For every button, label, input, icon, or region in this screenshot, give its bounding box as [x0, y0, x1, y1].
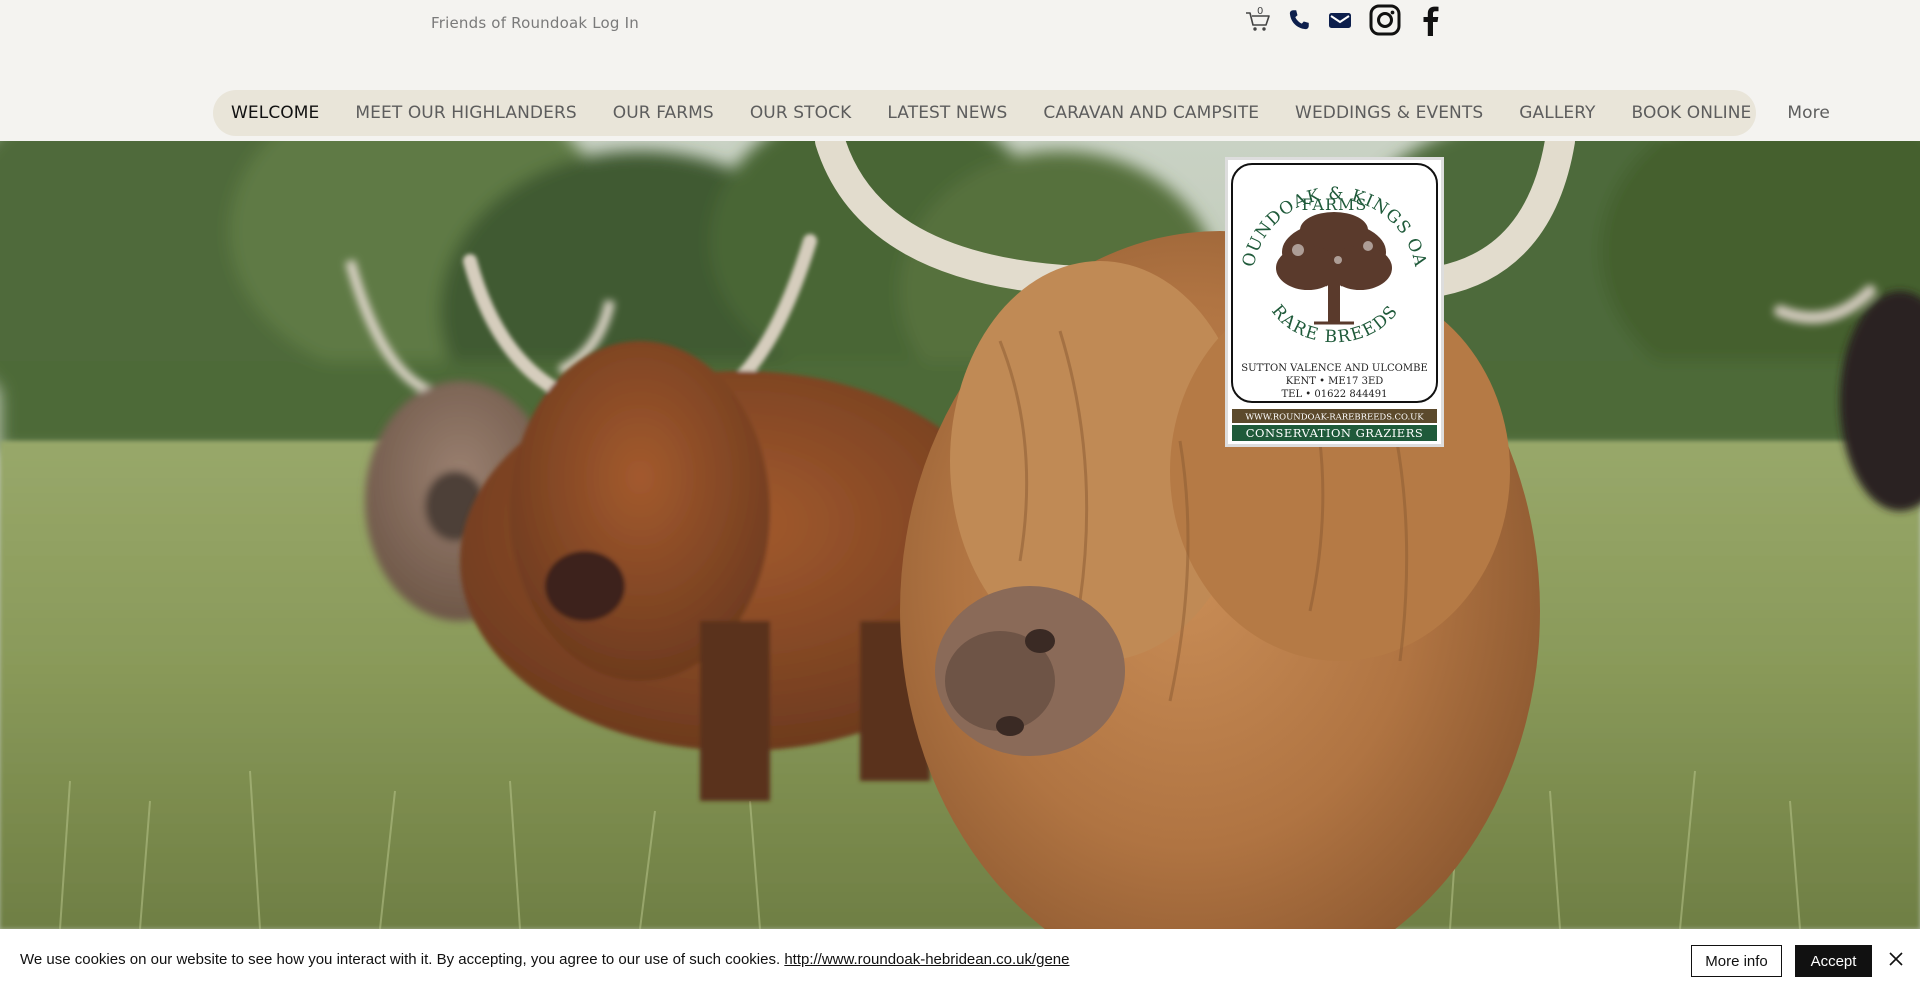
site-header: Friends of Roundoak Log In 0 WELCOME MEE… [0, 0, 1920, 141]
accept-button[interactable]: Accept [1795, 945, 1872, 977]
close-icon[interactable] [1887, 950, 1905, 968]
logo-website: WWW.ROUNDOAK-RAREBREEDS.CO.UK [1245, 413, 1424, 423]
logo-address-1: SUTTON VALENCE AND ULCOMBE [1241, 363, 1428, 374]
nav-latest-news[interactable]: LATEST NEWS [869, 103, 1025, 123]
logo-graphic: ROUNDOAK & KINGS OAK FARMS RARE BREEDS S… [1221, 145, 1438, 441]
nav-weddings-events[interactable]: WEDDINGS & EVENTS [1277, 103, 1501, 123]
more-info-button[interactable]: More info [1691, 945, 1782, 977]
logo-address-2: KENT • ME17 3ED [1286, 376, 1384, 387]
main-navigation: WELCOME MEET OUR HIGHLANDERS OUR FARMS O… [213, 90, 1830, 136]
cookie-message-row: We use cookies on our website to see how… [20, 951, 1070, 968]
logo-tel: TEL • 01622 844491 [1281, 389, 1387, 400]
cookie-policy-link[interactable]: http://www.roundoak-hebridean.co.uk/gene [784, 951, 1069, 968]
cart-count: 0 [1257, 6, 1264, 17]
logo-tagline: CONSERVATION GRAZIERS [1246, 426, 1424, 440]
cookie-banner: We use cookies on our website to see how… [0, 929, 1920, 993]
nav-gallery[interactable]: GALLERY [1501, 103, 1613, 123]
nav-welcome[interactable]: WELCOME [231, 103, 337, 123]
mail-icon[interactable] [1326, 7, 1354, 33]
cookie-message: We use cookies on our website to see how… [20, 951, 781, 968]
logo-farms: FARMS [1302, 195, 1368, 214]
header-icons: 0 [1244, 2, 1446, 38]
friends-login-link[interactable]: Friends of Roundoak Log In [431, 14, 639, 32]
nav-more[interactable]: More [1769, 103, 1848, 123]
cart-icon[interactable]: 0 [1244, 6, 1272, 33]
nav-our-farms[interactable]: OUR FARMS [595, 103, 732, 123]
highland-cattle-photo [0, 141, 1920, 929]
nav-caravan-and-campsite[interactable]: CARAVAN AND CAMPSITE [1025, 103, 1277, 123]
hero-image [0, 141, 1920, 929]
instagram-icon[interactable] [1368, 3, 1402, 37]
nav-our-stock[interactable]: OUR STOCK [732, 103, 870, 123]
nav-meet-our-highlanders[interactable]: MEET OUR HIGHLANDERS [337, 103, 594, 123]
phone-icon[interactable] [1286, 7, 1312, 33]
farm-logo[interactable]: ROUNDOAK & KINGS OAK FARMS RARE BREEDS S… [1221, 145, 1444, 447]
nav-book-online[interactable]: BOOK ONLINE [1614, 103, 1770, 123]
facebook-icon[interactable] [1416, 3, 1446, 37]
